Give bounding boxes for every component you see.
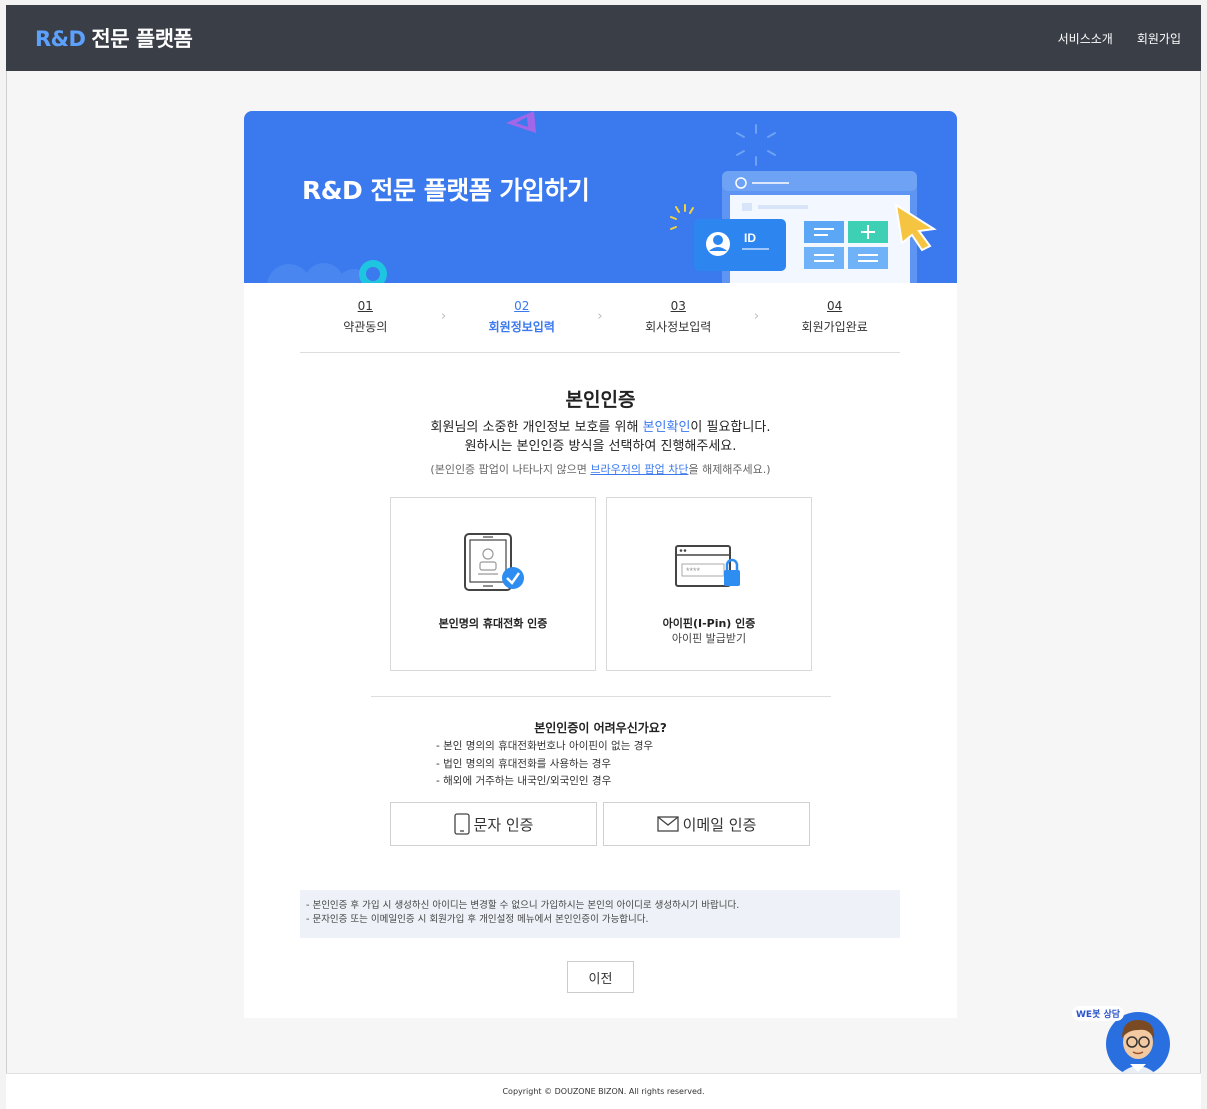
footer: Copyright © DOUZONE BIZON. All rights re…	[6, 1073, 1201, 1109]
help-title: 본인인증이 어려우신가요?	[534, 721, 667, 735]
ipin-auth-label: 아이핀(I-Pin) 인증	[662, 617, 756, 630]
auth-title: 본인인증	[565, 389, 636, 411]
signup-steps: 01 약관동의 › 02 회원정보입력 › 03 회사정보입력 › 04 회원가…	[300, 299, 900, 353]
signup-card: ID R&D 전문 플랫폼 가입하기 01 약관동의 › 02 회원정보입력 ›…	[244, 111, 957, 1018]
auth-description: 회원님의 소중한 개인정보 보호를 위해 본인확인이 필요합니다. 원하시는 본…	[244, 418, 957, 456]
section-divider	[371, 696, 831, 697]
email-auth-label: 이메일 인증	[682, 815, 757, 834]
step-terms[interactable]: 01 약관동의	[310, 299, 420, 335]
help-item: - 해외에 거주하는 내국인/외국인인 경우	[436, 775, 612, 787]
step-label: 약관동의	[343, 320, 388, 334]
desc-text: 회원님의 소중한 개인정보 보호를 위해	[430, 420, 643, 435]
mobile-icon	[453, 813, 470, 835]
note-text: 을 해제해주세요.)	[688, 463, 771, 476]
step-label: 회사정보입력	[645, 320, 712, 334]
mobile-phone-icon	[464, 533, 524, 591]
phone-auth-option[interactable]: 본인명의 휴대전화 인증	[390, 497, 596, 671]
ipin-auth-option[interactable]: **** 아이핀(I-Pin) 인증 아이핀 발급받기	[606, 497, 812, 671]
notice-line: - 문자인증 또는 이메일인증 시 회원가입 후 개인설정 메뉴에서 본인인증이…	[306, 914, 649, 925]
chevron-right-icon: ›	[440, 309, 447, 324]
ipin-mask-text: ****	[686, 566, 701, 576]
desc-text: 원하시는 본인인증 방식을 선택하여 진행해주세요.	[464, 439, 737, 454]
popup-block-link[interactable]: 브라우저의 팝업 차단	[590, 463, 688, 476]
step-complete[interactable]: 04 회원가입완료	[780, 299, 890, 335]
identity-check-highlight: 본인확인	[642, 420, 691, 435]
banner-title: R&D 전문 플랫폼 가입하기	[302, 176, 590, 205]
ipin-lock-icon: ****	[675, 545, 740, 587]
desc-text: 이 필요합니다.	[690, 420, 771, 435]
logo-text: 전문 플랫폼	[91, 27, 193, 51]
help-item: - 법인 명의의 휴대전화를 사용하는 경우	[436, 757, 612, 770]
chevron-right-icon: ›	[753, 309, 760, 324]
previous-button[interactable]: 이전	[567, 961, 634, 993]
copyright-text: Copyright © DOUZONE BIZON. All rights re…	[502, 1087, 705, 1096]
signup-banner: ID R&D 전문 플랫폼 가입하기	[244, 111, 957, 283]
email-auth-button[interactable]: 이메일 인증	[603, 802, 810, 846]
step-member-info[interactable]: 02 회원정보입력	[467, 299, 577, 335]
phone-auth-label: 본인명의 휴대전화 인증	[438, 617, 548, 630]
notice-line: - 본인인증 후 가입 시 생성하신 아이디는 변경할 수 없으니 가입하시는 …	[306, 900, 740, 911]
step-label: 회원가입완료	[801, 320, 868, 334]
chevron-right-icon: ›	[597, 309, 603, 324]
sms-auth-label: 문자 인증	[473, 815, 534, 834]
step-number: 03	[670, 299, 686, 313]
sms-auth-button[interactable]: 문자 인증	[390, 802, 597, 846]
banner-id-text: ID	[744, 231, 756, 245]
step-number: 04	[827, 299, 843, 313]
chatbot-launcher[interactable]: WE봇 상담	[1072, 1000, 1172, 1076]
envelope-icon	[656, 816, 679, 832]
help-list: - 본인 명의의 휴대전화번호나 아이핀이 없는 경우 - 법인 명의의 휴대전…	[436, 738, 653, 791]
step-number: 01	[357, 299, 373, 313]
step-label: 회원정보입력	[488, 320, 555, 334]
popup-note: (본인인증 팝업이 나타나지 않으면 브라우저의 팝업 차단을 해제해주세요.)	[244, 461, 957, 477]
help-item: - 본인 명의의 휴대전화번호나 아이핀이 없는 경우	[436, 740, 654, 752]
nav-signup[interactable]: 회원가입	[1137, 30, 1181, 47]
note-text: (본인인증 팝업이 나타나지 않으면	[430, 463, 591, 476]
step-number: 02	[514, 299, 530, 313]
ipin-issue-text: 아이핀 발급받기	[671, 632, 747, 645]
logo-rd: R&D	[35, 27, 86, 51]
nav-service-intro[interactable]: 서비스소개	[1058, 30, 1113, 47]
site-logo[interactable]: R&D 전문 플랫폼	[35, 23, 193, 53]
chatbot-label: WE봇 상담	[1072, 1006, 1125, 1021]
top-navigation-bar: R&D 전문 플랫폼 서비스소개 회원가입	[6, 5, 1201, 71]
top-nav: 서비스소개 회원가입	[1058, 30, 1181, 47]
step-company-info[interactable]: 03 회사정보입력	[623, 299, 733, 335]
signup-notice: - 본인인증 후 가입 시 생성하신 아이디는 변경할 수 없으니 가입하시는 …	[300, 890, 900, 938]
